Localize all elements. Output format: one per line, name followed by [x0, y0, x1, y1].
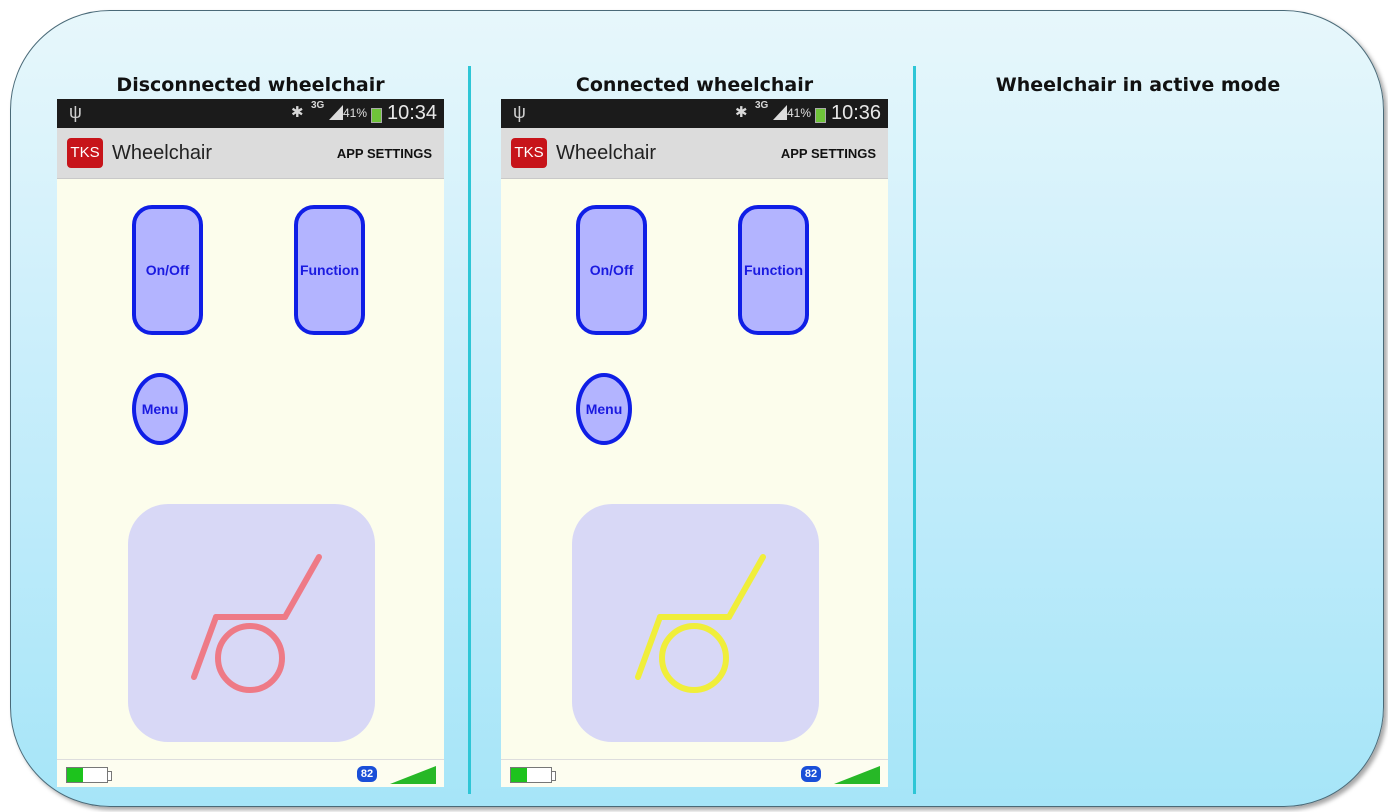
- tks-logo: TKS: [67, 138, 103, 168]
- app-settings-button[interactable]: APP SETTINGS: [337, 146, 432, 161]
- network-type: 3G: [755, 100, 769, 111]
- action-bar: TKS Wheelchair APP SETTINGS: [501, 128, 888, 179]
- on-off-button[interactable]: On/Off: [576, 205, 647, 335]
- signal-strength-icon: [390, 766, 436, 784]
- app-settings-button[interactable]: APP SETTINGS: [781, 146, 876, 161]
- action-bar: TKS Wheelchair APP SETTINGS: [57, 128, 444, 179]
- signal-strength-icon: [834, 766, 880, 784]
- battery-icon: [371, 108, 382, 123]
- tks-logo: TKS: [511, 138, 547, 168]
- battery-icon: [815, 108, 826, 123]
- on-off-button[interactable]: On/Off: [132, 205, 203, 335]
- app-title: Wheelchair: [112, 142, 213, 164]
- menu-button[interactable]: Menu: [576, 373, 632, 445]
- battery-tip: [552, 771, 556, 781]
- phone-screen-disconnected: ψ ✱ 3G 41% 10:34 TKS Wheelchair APP SETT…: [57, 99, 444, 787]
- signal-icon: [329, 105, 343, 120]
- joystick-pad[interactable]: [572, 504, 819, 742]
- column-title-active: Wheelchair in active mode: [995, 74, 1281, 96]
- wheelchair-battery-level: [67, 768, 83, 782]
- battery-percent: 41%: [343, 106, 368, 120]
- wheelchair-battery: [66, 767, 108, 783]
- column-divider: [468, 66, 471, 794]
- bluetooth-icon: ✱: [291, 104, 304, 121]
- status-bar: ψ ✱ 3G 41% 10:36: [501, 99, 888, 128]
- usb-icon: ψ: [69, 102, 82, 122]
- bottom-bar: 82: [57, 759, 444, 787]
- wheelchair-icon: [635, 554, 766, 693]
- usb-icon: ψ: [513, 102, 526, 122]
- wheelchair-battery: [510, 767, 552, 783]
- bluetooth-icon: ✱: [735, 104, 748, 121]
- column-title-connected: Connected wheelchair: [575, 74, 814, 96]
- menu-button[interactable]: Menu: [132, 373, 188, 445]
- battery-percent: 41%: [787, 106, 812, 120]
- network-type: 3G: [311, 100, 325, 111]
- function-button[interactable]: Function: [738, 205, 809, 335]
- column-title-disconnected: Disconnected wheelchair: [116, 74, 385, 96]
- bottom-bar: 82: [501, 759, 888, 787]
- phone-screen-connected: ψ ✱ 3G 41% 10:36 TKS Wheelchair APP SETT…: [501, 99, 888, 787]
- function-button[interactable]: Function: [294, 205, 365, 335]
- clock: 10:36: [831, 102, 882, 124]
- wheelchair-battery-level: [511, 768, 527, 782]
- wheelchair-icon: [191, 554, 322, 693]
- joystick-pad[interactable]: [128, 504, 375, 742]
- battery-tip: [108, 771, 112, 781]
- column-divider: [913, 66, 916, 794]
- signal-icon: [773, 105, 787, 120]
- bluetooth-badge: 82: [801, 766, 821, 782]
- wheelchair-glyph: [635, 554, 766, 693]
- status-bar: ψ ✱ 3G 41% 10:34: [57, 99, 444, 128]
- clock: 10:34: [387, 102, 438, 124]
- wheelchair-glyph: [191, 554, 322, 693]
- bluetooth-badge: 82: [357, 766, 377, 782]
- app-title: Wheelchair: [556, 142, 657, 164]
